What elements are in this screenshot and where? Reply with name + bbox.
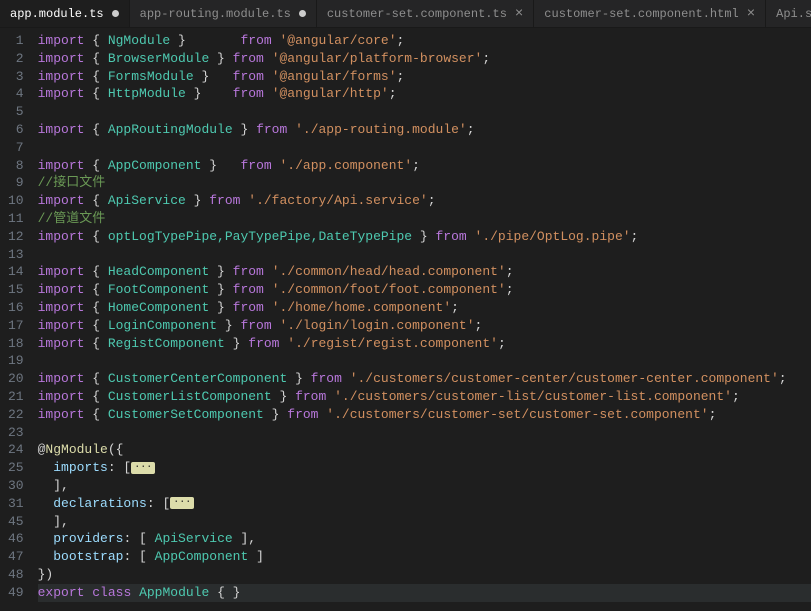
tab-label: app-routing.module.ts xyxy=(140,7,291,21)
tab-api-service[interactable]: Api.servic xyxy=(766,0,811,27)
line-gutter: 1234567891011121314151617181920212223242… xyxy=(0,28,38,611)
dirty-dot-icon xyxy=(299,10,306,17)
dirty-dot-icon xyxy=(112,10,119,17)
tab-bar: app.module.ts app-routing.module.ts cust… xyxy=(0,0,811,28)
close-icon[interactable]: × xyxy=(747,6,755,22)
tab-customer-set-html[interactable]: customer-set.component.html × xyxy=(534,0,766,27)
close-icon[interactable]: × xyxy=(515,6,523,22)
tab-app-routing[interactable]: app-routing.module.ts xyxy=(130,0,317,27)
tab-app-module[interactable]: app.module.ts xyxy=(0,0,130,27)
tab-customer-set-ts[interactable]: customer-set.component.ts × xyxy=(317,0,534,27)
tab-label: app.module.ts xyxy=(10,7,104,21)
editor-area[interactable]: 1234567891011121314151617181920212223242… xyxy=(0,28,811,611)
code-content[interactable]: import { NgModule } from '@angular/core'… xyxy=(38,28,811,611)
tab-label: Api.servic xyxy=(776,7,811,21)
tab-label: customer-set.component.html xyxy=(544,7,738,21)
tab-label: customer-set.component.ts xyxy=(327,7,507,21)
